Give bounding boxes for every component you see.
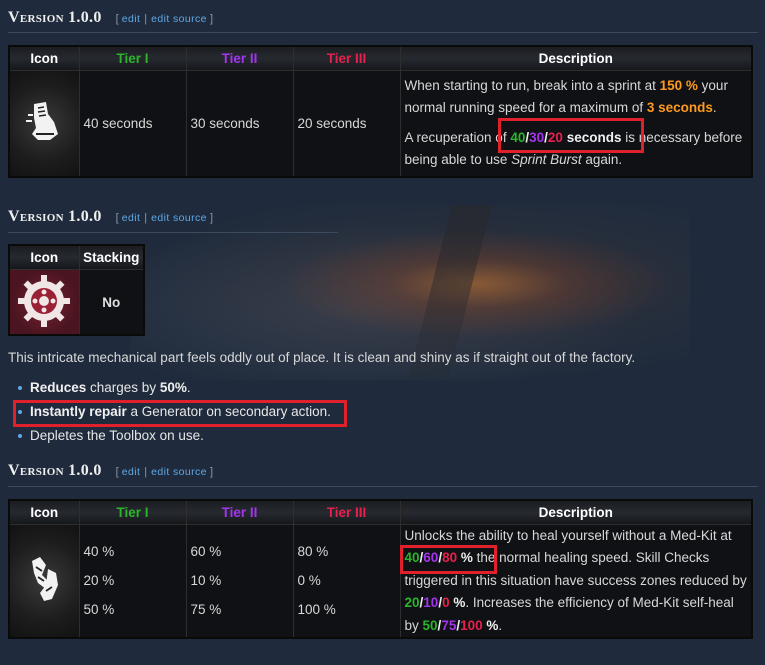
header-tier1: Tier I — [78, 45, 187, 71]
gear-icon — [18, 274, 71, 327]
addon-icon-cell — [8, 269, 80, 336]
perk-table-1: Icon Tier I Tier II Tier III Description… — [8, 45, 753, 178]
edit-link[interactable]: edit — [122, 13, 141, 25]
header-icon: Icon — [8, 244, 80, 271]
tier3-value: 20 seconds — [292, 69, 401, 178]
tier2-values: 60 % 10 % 75 % — [185, 523, 294, 639]
list-item: Instantly repair a Generator on secondar… — [18, 400, 331, 424]
edit-links: [ edit | edit source ] — [115, 212, 214, 224]
edit-links: [ edit | edit source ] — [115, 466, 214, 478]
perk-table-2: Icon Tier I Tier II Tier III Description… — [8, 499, 753, 639]
self-care-icon — [32, 557, 59, 602]
header-tier2: Tier II — [185, 499, 294, 525]
version-title: Version 1.0.0 — [8, 208, 102, 225]
addon-table: Icon Stacking No — [8, 244, 145, 336]
header-icon: Icon — [8, 45, 80, 71]
header-description: Description — [399, 499, 753, 525]
stacking-value: No — [78, 269, 145, 336]
header-stacking: Stacking — [78, 244, 145, 271]
header-tier1: Tier I — [78, 499, 187, 525]
header-description: Description — [399, 45, 753, 71]
edit-links: [ edit | edit source ] — [115, 13, 214, 25]
edit-source-link[interactable]: edit source — [151, 212, 207, 224]
tier3-values: 80 % 0 % 100 % — [292, 523, 401, 639]
flavor-text: This intricate mechanical part feels odd… — [8, 350, 636, 365]
perk-icon-cell — [8, 523, 80, 639]
tier1-value: 40 seconds — [78, 69, 187, 178]
edit-source-link[interactable]: edit source — [151, 466, 207, 478]
version-title: Version 1.0.0 — [8, 462, 102, 479]
header-tier3: Tier III — [292, 45, 401, 71]
header-tier2: Tier II — [185, 45, 294, 71]
version-heading-1: Version 1.0.0 [ edit | edit source ] — [8, 9, 213, 31]
perk-description: When starting to run, break into a sprin… — [399, 69, 753, 178]
divider — [8, 32, 758, 33]
edit-link[interactable]: edit — [122, 212, 141, 224]
header-tier3: Tier III — [292, 499, 401, 525]
perk-icon-cell — [8, 69, 80, 178]
sprint-burst-icon — [26, 101, 59, 140]
tier2-value: 30 seconds — [185, 69, 294, 178]
divider — [8, 486, 758, 487]
version-title: Version 1.0.0 — [8, 9, 102, 26]
perk-description: Unlocks the ability to heal yourself wit… — [399, 523, 753, 639]
list-item: Depletes the Toolbox on use. — [18, 424, 331, 448]
divider — [8, 232, 338, 233]
tier1-values: 40 % 20 % 50 % — [78, 523, 187, 639]
version-heading-3: Version 1.0.0 [ edit | edit source ] — [8, 462, 213, 484]
edit-source-link[interactable]: edit source — [151, 13, 207, 25]
header-icon: Icon — [8, 499, 80, 525]
addon-effects-list: Reduces charges by 50%. Instantly repair… — [18, 376, 331, 448]
list-item: Reduces charges by 50%. — [18, 376, 331, 400]
edit-link[interactable]: edit — [122, 466, 141, 478]
version-heading-2: Version 1.0.0 [ edit | edit source ] — [8, 208, 213, 230]
